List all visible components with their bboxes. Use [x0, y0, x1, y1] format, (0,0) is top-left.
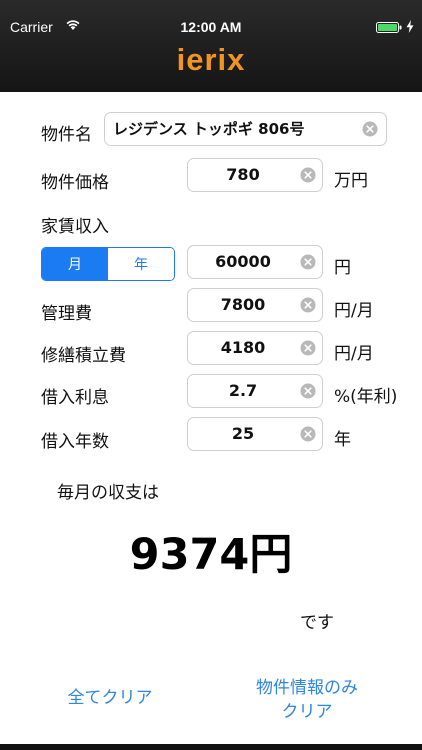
app-title: ierix [176, 42, 246, 77]
management-fee-label: 管理費 [41, 304, 92, 324]
result-caption: 毎月の収支は [57, 483, 159, 503]
top-bar: Carrier 12:00 AM ierix [0, 0, 422, 92]
property-name-field[interactable]: レジデンス トッポギ 806号 [104, 112, 387, 146]
clear-all-button[interactable]: 全てクリア [40, 686, 180, 710]
loan-years-label: 借入年数 [41, 432, 109, 452]
rent-field[interactable]: 60000 [187, 245, 323, 279]
property-price-unit: 万円 [334, 171, 368, 191]
rent-period-segmented-control[interactable]: 月 年 [41, 247, 175, 281]
rent-unit: 円 [334, 258, 351, 278]
clear-icon[interactable] [362, 121, 378, 137]
clear-icon[interactable] [300, 340, 316, 356]
status-time: 12:00 AM [180, 19, 242, 35]
segment-year[interactable]: 年 [108, 248, 174, 280]
bottom-edge [0, 744, 422, 750]
rent-value: 60000 [215, 252, 271, 271]
repair-reserve-field[interactable]: 4180 [187, 331, 323, 365]
loan-years-field[interactable]: 25 [187, 417, 323, 451]
property-price-label: 物件価格 [41, 173, 109, 193]
clear-property-info-label-line2: クリア [281, 702, 333, 722]
bolt-icon [406, 20, 414, 33]
loan-years-value: 25 [231, 424, 255, 443]
clear-property-info-button[interactable]: 物件情報のみ クリア [232, 676, 382, 724]
interest-label: 借入利息 [41, 388, 109, 408]
battery-icon [376, 22, 402, 33]
monthly-balance-value: 9374円 [129, 530, 293, 580]
segment-month[interactable]: 月 [42, 248, 108, 280]
clear-icon[interactable] [300, 426, 316, 442]
repair-reserve-value: 4180 [220, 338, 266, 357]
clear-icon[interactable] [300, 383, 316, 399]
management-fee-field[interactable]: 7800 [187, 288, 323, 322]
management-fee-unit: 円/月 [334, 301, 374, 321]
clear-icon[interactable] [300, 254, 316, 270]
repair-reserve-label: 修繕積立費 [41, 346, 126, 366]
property-price-value: 780 [226, 165, 260, 184]
management-fee-value: 7800 [220, 295, 266, 314]
property-name-label: 物件名 [41, 125, 92, 145]
clear-icon[interactable] [300, 167, 316, 183]
clear-property-info-label-line1: 物件情報のみ [256, 678, 358, 698]
rent-label: 家賃収入 [41, 217, 109, 237]
interest-unit: %(年利) [334, 387, 398, 407]
clear-icon[interactable] [300, 297, 316, 313]
loan-years-unit: 年 [334, 430, 351, 450]
result-suffix: です [300, 613, 334, 633]
repair-reserve-unit: 円/月 [334, 344, 374, 364]
interest-field[interactable]: 2.7 [187, 374, 323, 408]
interest-value: 2.7 [228, 381, 258, 400]
property-price-field[interactable]: 780 [187, 158, 323, 192]
property-name-value: レジデンス トッポギ 806号 [113, 120, 305, 138]
